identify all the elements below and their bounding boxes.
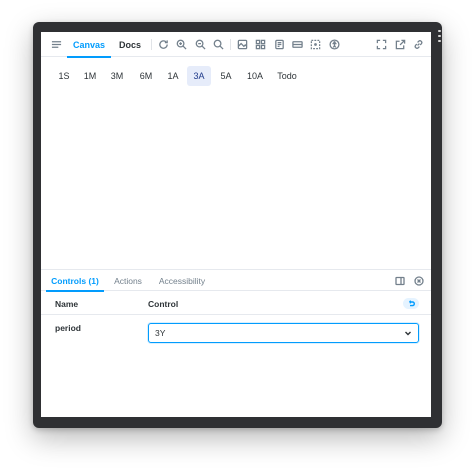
toolbar: Canvas Docs xyxy=(41,32,431,58)
addon-tabs: Controls (1) Actions Accessibility xyxy=(41,270,431,292)
close-panel-icon[interactable] xyxy=(413,275,424,286)
remount-icon[interactable] xyxy=(157,38,169,50)
tab-accessibility[interactable]: Accessibility xyxy=(153,270,211,291)
reset-controls-button[interactable] xyxy=(403,298,419,309)
tab-docs[interactable]: Docs xyxy=(114,32,146,57)
period-button-6m[interactable]: 6M xyxy=(133,66,159,86)
period-button-1a[interactable]: 1A xyxy=(161,66,185,86)
tab-canvas[interactable]: Canvas xyxy=(67,32,111,58)
toolbar-divider xyxy=(230,39,231,50)
tab-controls[interactable]: Controls (1) xyxy=(46,270,104,292)
period-button-1s[interactable]: 1S xyxy=(52,66,76,86)
grid-icon[interactable] xyxy=(254,38,266,50)
viewport-icon[interactable] xyxy=(273,38,285,50)
background-icon[interactable] xyxy=(236,38,248,50)
outline-icon[interactable] xyxy=(309,38,321,50)
measure-icon[interactable] xyxy=(291,38,303,50)
period-button-5a[interactable]: 5A xyxy=(214,66,238,86)
table-row: period 3Y xyxy=(41,316,431,356)
accessibility-icon[interactable] xyxy=(328,38,340,50)
canvas-preview: 1S 1M 3M 6M 1A 3A 5A 10A Todo xyxy=(41,58,431,266)
column-header-control: Control xyxy=(148,298,179,309)
copy-link-icon[interactable] xyxy=(412,38,424,50)
zoom-in-icon[interactable] xyxy=(175,38,187,50)
more-options-icon[interactable] xyxy=(438,30,441,42)
period-button-3m[interactable]: 3M xyxy=(104,66,130,86)
open-new-tab-icon[interactable] xyxy=(394,38,406,50)
period-button-10a[interactable]: 10A xyxy=(241,66,269,86)
addons-panel: Controls (1) Actions Accessibility Name … xyxy=(41,269,431,417)
panel-orientation-icon[interactable] xyxy=(394,275,405,286)
fullscreen-icon[interactable] xyxy=(375,38,387,50)
period-button-3a[interactable]: 3A xyxy=(187,66,211,86)
controls-table-header: Name Control xyxy=(41,292,431,315)
period-select-value: 3Y xyxy=(155,328,166,338)
period-button-1m[interactable]: 1M xyxy=(78,66,102,86)
sidebar-toggle-icon[interactable] xyxy=(50,38,62,50)
zoom-reset-icon[interactable] xyxy=(212,38,224,50)
control-name-period: period xyxy=(55,323,81,333)
toolbar-divider xyxy=(151,39,152,50)
undo-icon xyxy=(409,299,415,306)
zoom-out-icon[interactable] xyxy=(194,38,206,50)
period-button-todo[interactable]: Todo xyxy=(272,66,302,86)
period-select[interactable]: 3Y xyxy=(148,323,419,343)
tab-actions[interactable]: Actions xyxy=(109,270,147,291)
chevron-down-icon xyxy=(404,329,412,337)
column-header-name: Name xyxy=(55,298,79,309)
storybook-app: Canvas Docs 1S 1M 3M 6M 1A 3A 5A 10A Tod… xyxy=(41,32,431,417)
